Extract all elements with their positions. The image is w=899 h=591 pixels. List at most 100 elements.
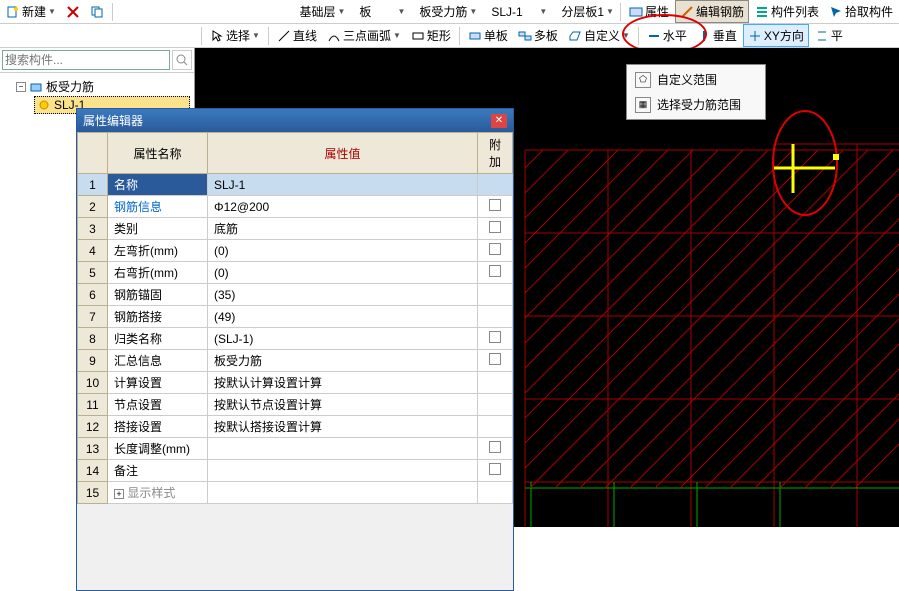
edit-rebar-button[interactable]: 编辑钢筋 (675, 0, 749, 23)
property-value-cell[interactable]: (49) (208, 306, 478, 328)
checkbox[interactable] (489, 463, 501, 475)
attach-cell[interactable] (478, 262, 513, 284)
table-row[interactable]: 10计算设置按默认计算设置计算 (78, 372, 513, 394)
arc-button[interactable]: 三点画弧▼ (323, 25, 405, 46)
xy-icon (748, 29, 762, 43)
expand-icon[interactable]: + (114, 489, 124, 499)
checkbox[interactable] (489, 221, 501, 233)
single-slab-button[interactable]: 单板 (464, 25, 512, 46)
property-name-cell: 备注 (108, 460, 208, 482)
select-button[interactable]: 选择▼ (206, 25, 264, 46)
ctx-custom-range[interactable]: ⬠ 自定义范围 (629, 67, 763, 92)
new-button[interactable]: 新建 ▼ (2, 1, 60, 22)
member-dropdown[interactable]: SLJ-1▼ (489, 4, 549, 20)
horizontal-button[interactable]: 水平 (643, 25, 691, 46)
table-header-name: 属性名称 (108, 133, 208, 174)
collapse-icon[interactable]: − (16, 82, 26, 92)
table-row[interactable]: 7钢筋搭接(49) (78, 306, 513, 328)
attach-cell[interactable] (478, 328, 513, 350)
multi-slab-button[interactable]: 多板 (514, 25, 562, 46)
property-value-cell[interactable]: 按默认节点设置计算 (208, 394, 478, 416)
property-name-cell: 钢筋锚固 (108, 284, 208, 306)
property-value-cell[interactable]: 按默认计算设置计算 (208, 372, 478, 394)
parallel-button[interactable]: 平 (811, 25, 847, 46)
pick-member-button[interactable]: 拾取构件 (825, 1, 897, 22)
main-toolbar: 新建 ▼ 基础层▼ 板▼ 板受力筋▼ SLJ-1▼ 分层板1▼ 属性 编辑钢筋 … (0, 0, 899, 24)
property-value-cell[interactable]: 按默认搭接设置计算 (208, 416, 478, 438)
properties-button[interactable]: 属性 (625, 1, 673, 22)
row-number: 1 (78, 174, 108, 196)
custom-button[interactable]: 自定义▼ (564, 25, 634, 46)
separator (459, 27, 460, 45)
table-row[interactable]: 2钢筋信息Φ12@200 (78, 196, 513, 218)
table-row[interactable]: 13长度调整(mm) (78, 438, 513, 460)
property-editor-title: 属性编辑器 (83, 112, 143, 129)
attach-cell[interactable] (478, 482, 513, 504)
close-button[interactable]: ✕ (491, 114, 507, 128)
attach-cell[interactable] (478, 372, 513, 394)
property-value-cell[interactable]: Φ12@200 (208, 196, 478, 218)
search-input[interactable] (2, 50, 170, 70)
attach-cell[interactable] (478, 306, 513, 328)
ctx-select-rebar-range[interactable]: ▦ 选择受力筋范围 (629, 92, 763, 117)
checkbox[interactable] (489, 199, 501, 211)
table-row[interactable]: 11节点设置按默认节点设置计算 (78, 394, 513, 416)
tree-root-item[interactable]: − 板受力筋 (14, 77, 190, 96)
attach-cell[interactable] (478, 284, 513, 306)
attach-cell[interactable] (478, 174, 513, 196)
checkbox[interactable] (489, 265, 501, 277)
table-row[interactable]: 6钢筋锚固(35) (78, 284, 513, 306)
arc-icon (327, 29, 341, 43)
single-slab-icon (468, 29, 482, 43)
table-row[interactable]: 12搭接设置按默认搭接设置计算 (78, 416, 513, 438)
search-button[interactable] (172, 50, 192, 70)
attach-cell[interactable] (478, 240, 513, 262)
category-dropdown[interactable]: 板▼ (357, 2, 407, 21)
property-editor-titlebar[interactable]: 属性编辑器 ✕ (77, 109, 513, 132)
search-icon (175, 53, 189, 67)
copy-button[interactable] (86, 3, 108, 21)
checkbox[interactable] (489, 243, 501, 255)
table-row[interactable]: 8归类名称(SLJ-1) (78, 328, 513, 350)
table-row[interactable]: 9汇总信息板受力筋 (78, 350, 513, 372)
property-value-cell[interactable] (208, 482, 478, 504)
table-row[interactable]: 3类别底筋 (78, 218, 513, 240)
delete-button[interactable] (62, 3, 84, 21)
attach-cell[interactable] (478, 218, 513, 240)
property-value-cell[interactable]: SLJ-1 (208, 174, 478, 196)
line-button[interactable]: 直线 (273, 25, 321, 46)
property-value-cell[interactable]: (0) (208, 240, 478, 262)
attach-cell[interactable] (478, 416, 513, 438)
attach-cell[interactable] (478, 394, 513, 416)
table-row[interactable]: 4左弯折(mm)(0) (78, 240, 513, 262)
property-value-cell[interactable]: (35) (208, 284, 478, 306)
rect-button[interactable]: 矩形 (407, 25, 455, 46)
attach-cell[interactable] (478, 196, 513, 218)
table-row[interactable]: 1名称SLJ-1 (78, 174, 513, 196)
property-value-cell[interactable]: (SLJ-1) (208, 328, 478, 350)
table-row[interactable]: 14备注 (78, 460, 513, 482)
property-value-cell[interactable]: 板受力筋 (208, 350, 478, 372)
chevron-down-icon: ▼ (397, 7, 405, 16)
vertical-button[interactable]: 垂直 (693, 25, 741, 46)
horizontal-icon (647, 29, 661, 43)
xy-direction-button[interactable]: XY方向 (743, 24, 809, 47)
table-row[interactable]: 15+ 显示样式 (78, 482, 513, 504)
property-value-cell[interactable] (208, 438, 478, 460)
table-header-attach: 附加 (478, 133, 513, 174)
attach-cell[interactable] (478, 438, 513, 460)
attach-cell[interactable] (478, 350, 513, 372)
base-layer-dropdown[interactable]: 基础层▼ (297, 2, 347, 21)
table-row[interactable]: 5右弯折(mm)(0) (78, 262, 513, 284)
checkbox[interactable] (489, 441, 501, 453)
attach-cell[interactable] (478, 460, 513, 482)
property-value-cell[interactable] (208, 460, 478, 482)
subcategory-dropdown[interactable]: 板受力筋▼ (417, 2, 479, 21)
property-value-cell[interactable]: 底筋 (208, 218, 478, 240)
layer-dropdown[interactable]: 分层板1▼ (559, 2, 616, 21)
checkbox[interactable] (489, 353, 501, 365)
checkbox[interactable] (489, 331, 501, 343)
vertical-label: 垂直 (713, 27, 737, 44)
property-value-cell[interactable]: (0) (208, 262, 478, 284)
member-list-button[interactable]: 构件列表 (751, 1, 823, 22)
